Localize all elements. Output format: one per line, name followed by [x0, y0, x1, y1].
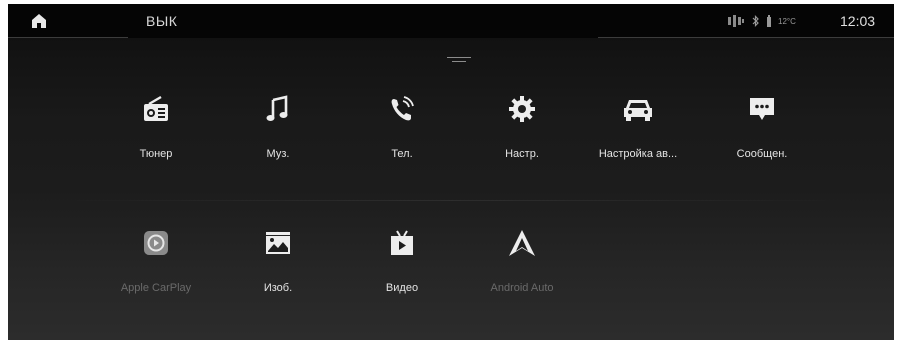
app-label: Android Auto [490, 282, 554, 294]
phone-icon [385, 94, 419, 124]
infotainment-screen: ВЫК 12°C 12:03 Тюнер Муз. Тел. Настр. На… [8, 4, 894, 340]
app-vehicle-settings[interactable]: Настройка ав... [576, 94, 700, 180]
app-apple-carplay[interactable]: Apple CarPlay [94, 228, 218, 314]
music-icon [261, 94, 295, 124]
app-video[interactable]: Видео [340, 228, 464, 314]
battery-icon [767, 15, 771, 27]
source-label: ВЫК [146, 13, 178, 29]
app-messages[interactable]: Сообщен. [700, 94, 824, 180]
app-label: Настр. [505, 148, 539, 160]
message-icon [745, 94, 779, 124]
drawer-handle-icon [447, 57, 471, 62]
radio-icon [139, 94, 173, 124]
android-auto-icon [505, 228, 539, 258]
temperature-readout: 12°C [778, 16, 796, 26]
status-icons: 12°C [728, 14, 796, 28]
carplay-icon [139, 228, 173, 258]
home-button[interactable] [28, 12, 50, 30]
app-label: Муз. [266, 148, 290, 160]
home-icon [32, 14, 46, 28]
app-label: Настройка ав... [598, 148, 678, 160]
clock: 12:03 [840, 13, 876, 29]
status-bar: ВЫК 12°C 12:03 [8, 4, 894, 38]
app-music[interactable]: Муз. [216, 94, 340, 180]
row-divider [38, 200, 864, 201]
app-settings[interactable]: Настр. [460, 94, 584, 180]
app-label: Apple CarPlay [120, 282, 192, 294]
bluetooth-icon [752, 15, 759, 27]
car-icon [621, 94, 655, 124]
app-label: Тел. [391, 148, 413, 160]
app-label: Видео [385, 282, 419, 294]
settings-gear-icon [505, 94, 539, 124]
app-label: Изоб. [263, 282, 293, 294]
app-phone[interactable]: Тел. [340, 94, 464, 180]
app-label: Сообщен. [736, 148, 788, 160]
app-android-auto[interactable]: Android Auto [460, 228, 584, 314]
signal-icon [728, 15, 744, 27]
app-label: Тюнер [139, 148, 173, 160]
app-images[interactable]: Изоб. [216, 228, 340, 314]
status-bar-divider [8, 37, 128, 38]
drawer-handle[interactable] [446, 52, 472, 62]
image-icon [261, 228, 295, 258]
app-tuner[interactable]: Тюнер [94, 94, 218, 180]
video-icon [385, 228, 419, 258]
status-bar-divider [598, 37, 894, 38]
